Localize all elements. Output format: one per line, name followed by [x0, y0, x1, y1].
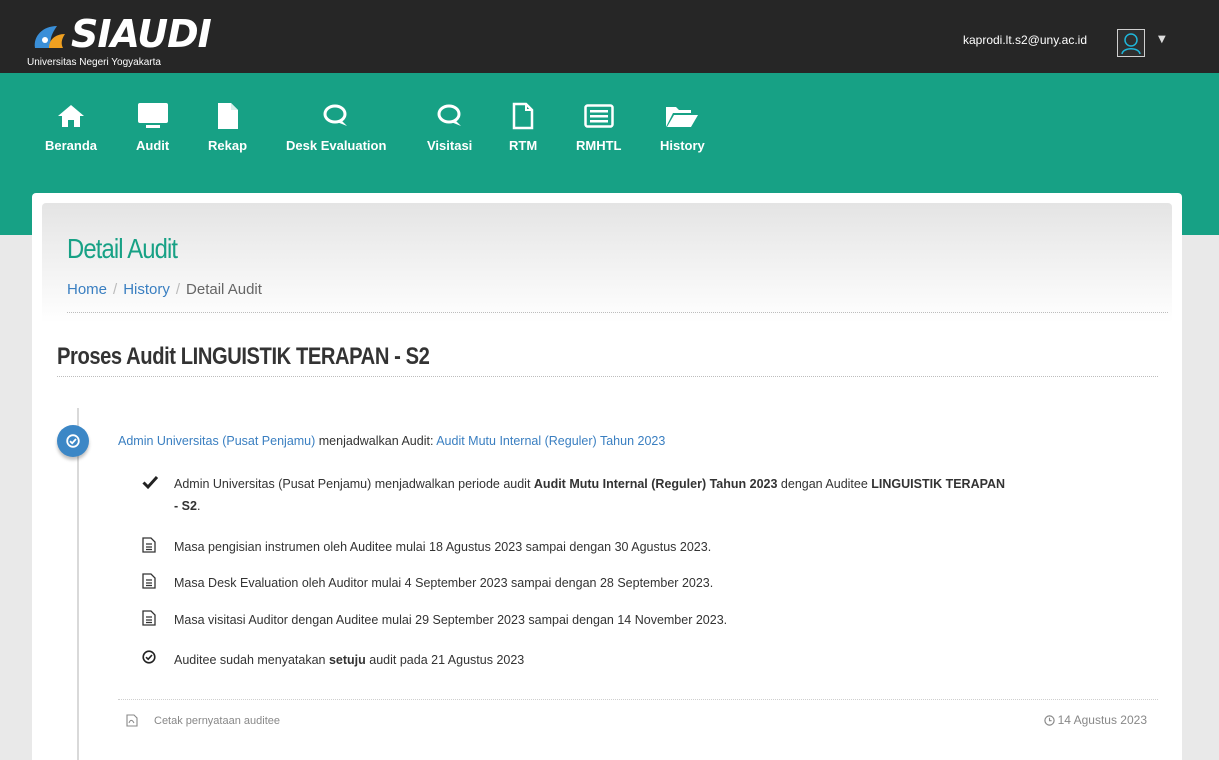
nav-item-rekap[interactable]: Rekap: [208, 101, 247, 153]
section-title: Proses Audit LINGUISTIK TERAPAN - S2: [57, 343, 430, 370]
clock-icon: [1043, 714, 1055, 726]
pdf-file-icon: [126, 714, 138, 727]
timeline-row: Admin Universitas (Pusat Penjamu) menjad…: [142, 473, 1152, 517]
actor-link[interactable]: Admin Universitas (Pusat Penjamu): [118, 434, 315, 448]
file-text-icon: [142, 537, 156, 553]
timeline-row: Auditee sudah menyatakan setuju audit pa…: [142, 649, 524, 671]
page-header: Detail Audit Home / History / Detail Audit: [42, 203, 1172, 323]
nav-label: RTM: [509, 138, 538, 153]
monitor-icon: [137, 103, 168, 128]
siaudi-logo[interactable]: SIAUDI Universitas Negeri Yogyakarta: [27, 10, 212, 70]
chevron-down-icon[interactable]: ▼: [1158, 34, 1166, 45]
check-icon: [142, 475, 158, 490]
nav-label: RMHTL: [576, 138, 622, 153]
timeline-row-text: Masa Desk Evaluation oleh Auditor mulai …: [174, 576, 714, 590]
folder-open-icon: [666, 107, 699, 127]
nav-label: Rekap: [208, 138, 248, 153]
nav-item-visitasi[interactable]: Visitasi: [427, 101, 472, 153]
divider: [118, 699, 1158, 700]
timeline-row-text: Masa pengisian instrumen oleh Auditee mu…: [174, 540, 712, 554]
timeline-row: Masa pengisian instrumen oleh Auditee mu…: [142, 536, 711, 558]
timeline-badge: [57, 425, 89, 457]
top-bar: SIAUDI Universitas Negeri Yogyakarta kap…: [0, 0, 1219, 73]
user-avatar[interactable]: [1117, 29, 1145, 57]
timeline-date: 14 Agustus 2023: [1043, 713, 1147, 727]
comment-icon: [323, 104, 348, 126]
timeline-row-text: Masa visitasi Auditor dengan Auditee mul…: [174, 613, 728, 627]
file-icon: [217, 103, 238, 129]
divider: [67, 312, 1168, 313]
timeline-line: [77, 408, 79, 760]
breadcrumb-home-link[interactable]: Home: [67, 281, 107, 298]
nav-label: Audit: [136, 138, 170, 153]
divider: [57, 376, 1158, 377]
nav-label: Beranda: [45, 138, 98, 153]
nav-item-audit[interactable]: Audit: [136, 101, 169, 153]
nav-item-desk-evaluation[interactable]: Desk Evaluation: [286, 101, 386, 153]
nav-item-rmhtl[interactable]: RMHTL: [576, 101, 622, 153]
nav-item-rtm[interactable]: RTM: [509, 101, 537, 153]
nav-item-history[interactable]: History: [660, 101, 705, 153]
nav-label: History: [660, 138, 705, 153]
timeline-row-text: Admin Universitas (Pusat Penjamu) menjad…: [174, 477, 1006, 513]
timeline-date-text: 14 Agustus 2023: [1057, 713, 1147, 727]
print-statement-link[interactable]: Cetak pernyataan auditee: [126, 714, 280, 727]
breadcrumb-current: Detail Audit: [186, 281, 262, 298]
print-statement-label: Cetak pernyataan auditee: [154, 714, 280, 727]
comment-icon: [437, 104, 461, 126]
nav-label: Desk Evaluation: [286, 138, 387, 153]
audit-link[interactable]: Audit Mutu Internal (Reguler) Tahun 2023: [436, 434, 665, 448]
breadcrumb-separator: /: [175, 281, 181, 298]
breadcrumb-separator: /: [113, 281, 118, 298]
breadcrumb: Home / History / Detail Audit: [67, 281, 262, 298]
check-circle-icon: [66, 434, 80, 448]
content-panel: Detail Audit Home / History / Detail Audit P…: [32, 193, 1182, 760]
user-email[interactable]: kaprodi.lt.s2@uny.ac.id: [963, 33, 1087, 47]
user-icon: [1121, 33, 1141, 55]
home-icon: [58, 105, 85, 127]
timeline-row-text: Auditee sudah menyatakan setuju audit pa…: [174, 653, 525, 667]
check-circle-icon: [142, 650, 156, 664]
nav-label: Visitasi: [427, 138, 473, 153]
file-outline-icon: [512, 102, 534, 130]
page-title: Detail Audit: [67, 233, 178, 264]
timeline-heading: Admin Universitas (Pusat Penjamu) menjad…: [118, 434, 665, 448]
logo-text: SIAUDI: [71, 12, 212, 56]
logo-mark-icon: [34, 26, 65, 48]
file-text-icon: [142, 610, 156, 626]
file-text-icon: [142, 573, 156, 589]
list-alt-icon: [584, 104, 614, 128]
timeline-row: Masa visitasi Auditor dengan Auditee mul…: [142, 609, 727, 631]
nav-item-beranda[interactable]: Beranda: [45, 101, 97, 153]
timeline-row: Masa Desk Evaluation oleh Auditor mulai …: [142, 572, 713, 594]
breadcrumb-history-link[interactable]: History: [123, 281, 170, 298]
timeline-heading-verb: menjadwalkan Audit:: [315, 434, 437, 448]
logo-subtitle: Universitas Negeri Yogyakarta: [27, 57, 161, 68]
